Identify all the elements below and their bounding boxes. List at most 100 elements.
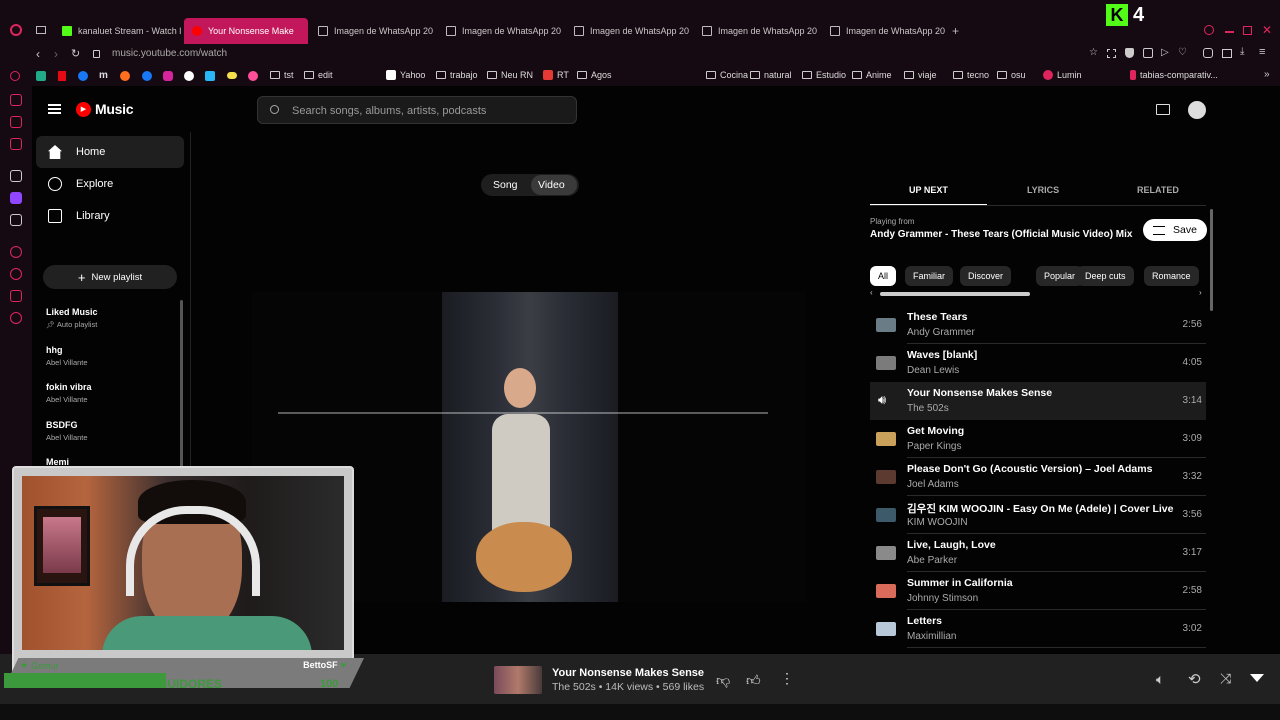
rail-x-icon[interactable] — [10, 214, 22, 226]
playlist-title[interactable]: fokin vibra — [46, 382, 92, 392]
tab-switcher-icon[interactable] — [36, 26, 46, 34]
maximize-icon[interactable] — [1243, 26, 1252, 35]
rail-extension-icon[interactable] — [10, 290, 22, 302]
bookmark-item[interactable]: Agos — [577, 70, 612, 80]
bookmark-item[interactable]: Anime — [852, 70, 892, 80]
video-toggle[interactable]: Video — [531, 175, 577, 195]
playlist-title[interactable]: BSDFG — [46, 420, 78, 430]
back-icon[interactable]: ‹ — [36, 47, 40, 61]
download-icon[interactable]: ⤓ — [1240, 46, 1244, 57]
expand-player-icon[interactable] — [1250, 674, 1264, 682]
bookmark-item[interactable]: tecno — [953, 70, 989, 80]
ytm-logo[interactable]: ▶ Music — [76, 101, 133, 117]
chip-deep-cuts[interactable]: Deep cuts — [1077, 266, 1134, 286]
bookmark-reload-icon[interactable] — [10, 71, 20, 81]
extensions-icon[interactable] — [1203, 48, 1213, 58]
avatar[interactable] — [1188, 101, 1206, 119]
queue-item[interactable]: 🔊︎ Your Nonsense Makes Sense The 502s 3:14 — [870, 382, 1206, 420]
playing-from-title[interactable]: Andy Grammer - These Tears (Official Mus… — [870, 229, 1132, 240]
browser-menu-icon[interactable] — [10, 24, 22, 36]
bookmark-m[interactable]: m — [99, 70, 108, 81]
search-box[interactable]: Search songs, albums, artists, podcasts — [257, 96, 577, 124]
wallet-icon[interactable] — [1222, 49, 1232, 58]
sidebar-item-explore[interactable]: Explore — [36, 168, 184, 200]
vpn-icon[interactable] — [1143, 48, 1153, 58]
reload-icon[interactable]: ↻ — [71, 47, 80, 60]
bookmark-orange-icon[interactable] — [120, 71, 130, 81]
bookmark-item[interactable]: Cocina — [706, 70, 748, 80]
queue-item[interactable]: Letters Maximillian 3:02 — [870, 610, 1206, 648]
play-icon[interactable]: ▷ — [1161, 47, 1169, 58]
bookmark-item[interactable]: osu — [997, 70, 1026, 80]
bookmark-item[interactable]: tabias-comparativ... — [1130, 70, 1218, 80]
bookmark-item[interactable]: Yahoo — [386, 70, 425, 80]
tab-related[interactable]: RELATED — [1137, 185, 1179, 195]
browser-tab[interactable]: Imagen de WhatsApp 20 — [438, 18, 562, 44]
player-thumbnail[interactable] — [494, 666, 542, 694]
queue-item[interactable]: Live, Laugh, Love Abe Parker 3:17 — [870, 534, 1206, 572]
bookmark-netflix-icon[interactable] — [58, 71, 66, 81]
queue-item[interactable]: 김우진 KIM WOOJIN - Easy On Me (Adele) | Co… — [870, 496, 1206, 534]
chips-scroll-left-icon[interactable]: ‹ — [870, 288, 873, 297]
bookmark-pink-icon[interactable] — [248, 71, 258, 81]
heart-icon[interactable]: ♡ — [1178, 47, 1187, 58]
url-field[interactable]: music.youtube.com/watch — [112, 48, 227, 59]
new-playlist-button[interactable]: + New playlist — [43, 265, 177, 289]
browser-tab[interactable]: Imagen de WhatsApp 20 — [566, 18, 690, 44]
playlist-title[interactable]: hhg — [46, 345, 63, 355]
queue-item[interactable]: Waves [blank] Dean Lewis 4:05 — [870, 344, 1206, 382]
rail-twitch-icon[interactable] — [10, 192, 22, 204]
bookmark-item[interactable]: natural — [750, 70, 792, 80]
bookmark-item[interactable]: tst — [270, 70, 294, 80]
rail-home-icon[interactable] — [10, 94, 22, 106]
queue-scrollbar[interactable] — [1210, 209, 1213, 311]
browser-tab[interactable]: Imagen de WhatsApp 20 — [822, 18, 946, 44]
tab-up-next[interactable]: UP NEXT — [909, 185, 948, 195]
rail-clock-icon[interactable] — [10, 268, 22, 280]
repeat-icon[interactable]: ⟲ — [1188, 670, 1201, 688]
chip-familiar[interactable]: Familiar — [905, 266, 954, 286]
playlist-title[interactable]: Liked Music — [46, 307, 98, 317]
like-icon[interactable]: 👍︎ — [746, 672, 761, 689]
bookmark-item[interactable]: RT — [543, 70, 569, 80]
save-button[interactable]: Save — [1143, 219, 1207, 241]
sidebar-item-home[interactable]: Home — [36, 136, 184, 168]
queue-item[interactable]: Summer in California Johnny Stimson 2:58 — [870, 572, 1206, 610]
dislike-icon[interactable]: 👎︎ — [716, 672, 730, 689]
chip-romance[interactable]: Romance — [1144, 266, 1199, 286]
bookmark-kick-icon[interactable] — [36, 71, 46, 81]
new-tab-button[interactable]: + — [952, 24, 959, 38]
minimize-icon[interactable] — [1225, 31, 1234, 33]
browser-tab[interactable]: Imagen de WhatsApp 20 — [310, 18, 434, 44]
bookmark-google-icon[interactable] — [184, 71, 194, 81]
chip-popular[interactable]: Popular — [1036, 266, 1084, 286]
screenshot-icon[interactable] — [1107, 49, 1116, 58]
queue-item[interactable]: Get Moving Paper Kings 3:09 — [870, 420, 1206, 458]
close-window-icon[interactable]: ✕ — [1262, 23, 1272, 37]
rail-arrow-icon[interactable] — [10, 170, 22, 182]
bookmark-star-icon[interactable]: ☆ — [1089, 47, 1098, 58]
rail-mail-icon[interactable] — [10, 116, 22, 128]
search-tabs-icon[interactable] — [1204, 25, 1214, 35]
chips-scrollbar[interactable] — [880, 292, 1030, 296]
bookmark-instagram-icon[interactable] — [163, 71, 173, 81]
rail-player-icon[interactable] — [10, 246, 22, 258]
more-options-icon[interactable]: ⋮ — [780, 670, 794, 687]
sidebar-item-library[interactable]: Library — [36, 200, 184, 232]
chips-scroll-right-icon[interactable]: › — [1199, 288, 1202, 297]
song-toggle[interactable]: Song — [493, 179, 518, 191]
browser-tab[interactable]: Imagen de WhatsApp 20 — [694, 18, 818, 44]
bookmark-item[interactable]: Neu RN — [487, 70, 533, 80]
volume-icon[interactable]: 🔈︎ — [1156, 671, 1164, 688]
bookmark-item[interactable]: edit — [304, 70, 333, 80]
browser-tab[interactable]: kanaluet Stream - Watch l — [54, 18, 184, 44]
queue-item[interactable]: Please Don't Go (Acoustic Version) – Joe… — [870, 458, 1206, 496]
bookmark-item[interactable]: viaje — [904, 70, 937, 80]
cast-icon[interactable] — [1156, 104, 1170, 115]
rail-messenger-icon[interactable] — [10, 138, 22, 150]
hamburger-icon[interactable] — [48, 104, 61, 114]
bookmark-blue-icon[interactable] — [78, 71, 88, 81]
chip-all[interactable]: All — [870, 266, 897, 286]
bookmark-item[interactable]: trabajo — [436, 70, 478, 80]
chip-discover[interactable]: Discover — [960, 266, 1012, 286]
